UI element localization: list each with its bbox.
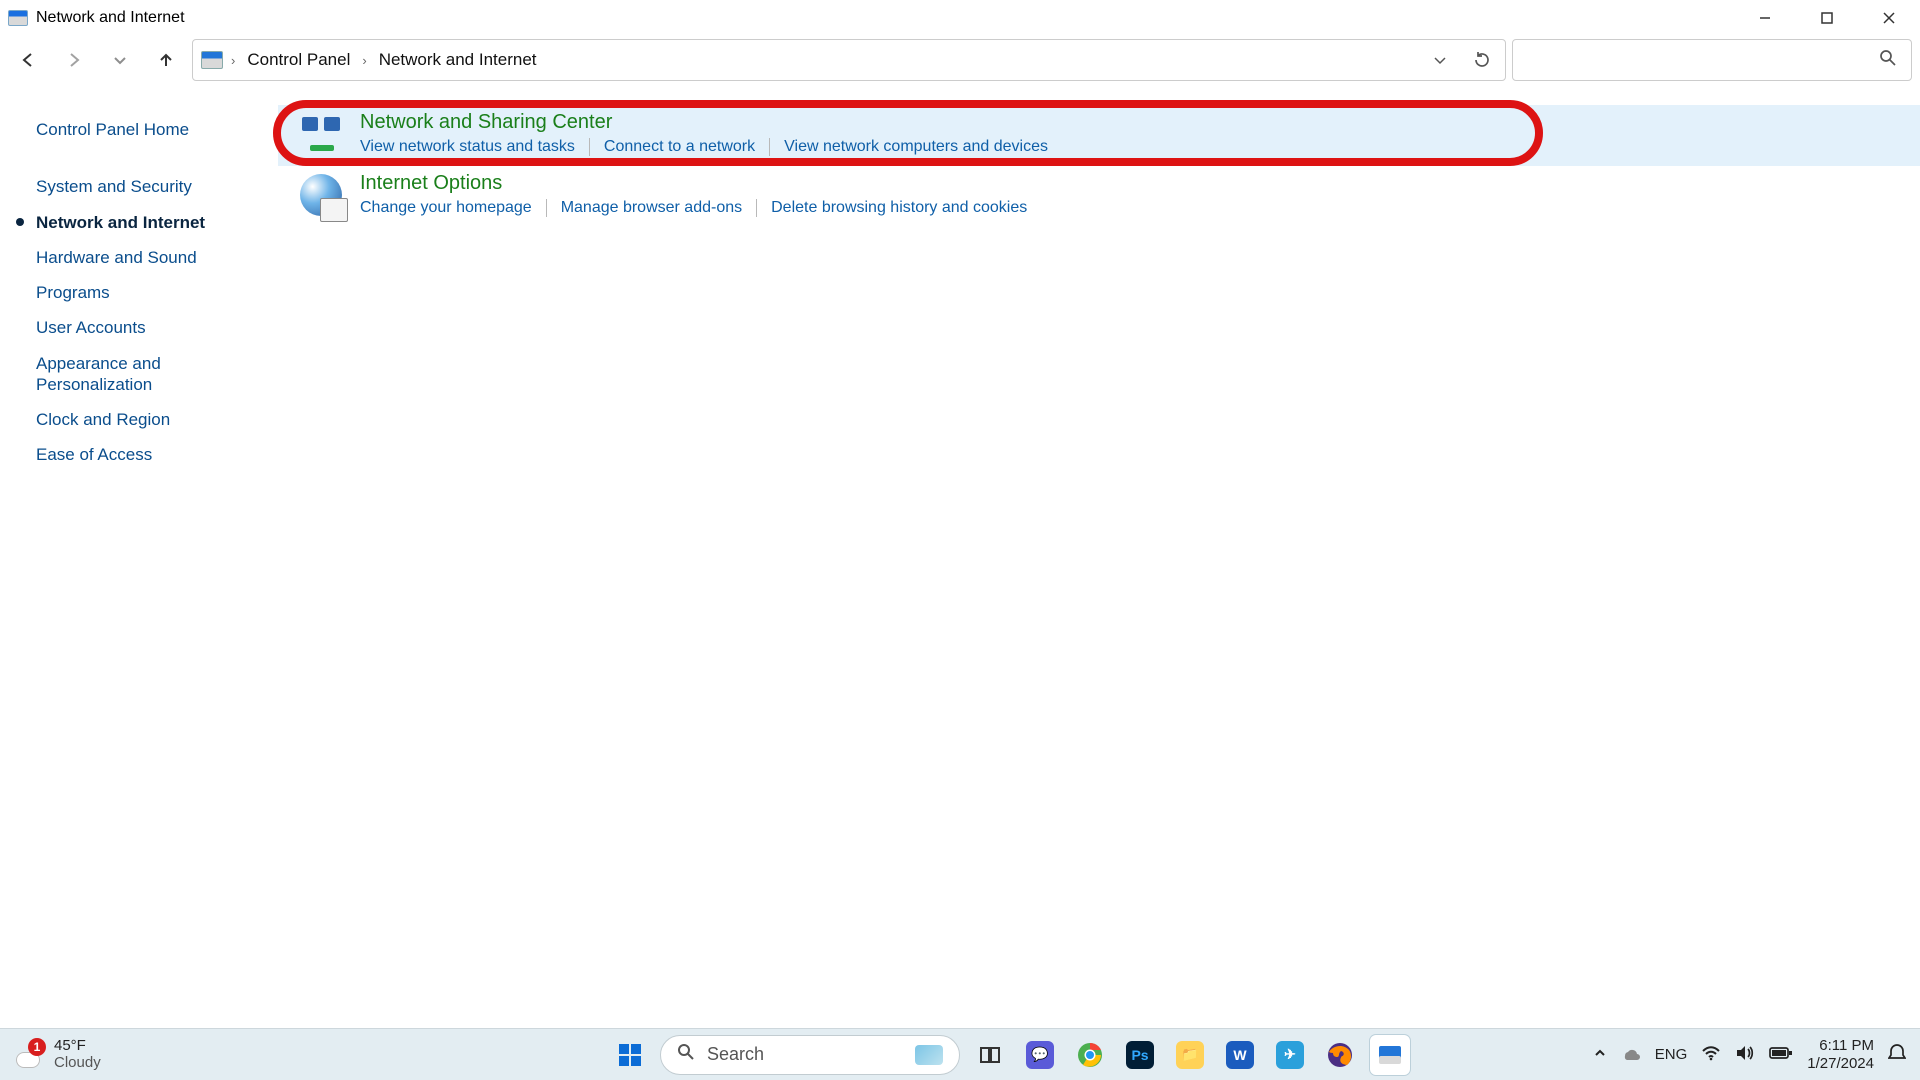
taskbar-search[interactable]: Search xyxy=(660,1035,960,1075)
link-change-homepage[interactable]: Change your homepage xyxy=(360,199,532,217)
divider xyxy=(546,199,547,217)
search-icon xyxy=(677,1043,695,1066)
taskbar-weather[interactable]: 1 45°F Cloudy xyxy=(0,1038,500,1071)
onedrive-icon[interactable] xyxy=(1621,1046,1641,1064)
taskbar-app-chrome[interactable] xyxy=(1070,1035,1110,1075)
sidebar-item-user-accounts[interactable]: User Accounts xyxy=(36,313,256,342)
start-button[interactable] xyxy=(610,1035,650,1075)
chevron-right-icon: › xyxy=(362,53,366,68)
control-panel-home-link[interactable]: Control Panel Home xyxy=(36,115,256,144)
divider xyxy=(756,199,757,217)
main-content: Network and Sharing Center View network … xyxy=(278,85,1920,1028)
network-icon xyxy=(300,113,342,155)
link-connect-to-network[interactable]: Connect to a network xyxy=(604,138,755,156)
language-indicator[interactable]: ENG xyxy=(1655,1046,1688,1063)
category-network-and-sharing-center: Network and Sharing Center View network … xyxy=(278,105,1920,166)
sidebar: Control Panel Home System and Security N… xyxy=(0,85,278,1028)
link-view-network-computers[interactable]: View network computers and devices xyxy=(784,138,1048,156)
weather-temp: 45°F xyxy=(54,1038,101,1055)
search-icon xyxy=(1879,49,1897,72)
forward-button[interactable] xyxy=(54,42,94,78)
volume-icon[interactable] xyxy=(1735,1045,1755,1065)
taskbar-app-firefox[interactable] xyxy=(1320,1035,1360,1075)
app-icon xyxy=(8,10,28,26)
taskbar: 1 45°F Cloudy Search 💬 Ps 📁 W ✈ xyxy=(0,1028,1920,1080)
minimize-button[interactable] xyxy=(1734,0,1796,35)
breadcrumb-0[interactable]: Control Panel xyxy=(243,48,354,72)
category-internet-options: Internet Options Change your homepage Ma… xyxy=(278,166,1920,227)
toolbar: › Control Panel › Network and Internet xyxy=(0,35,1920,85)
location-icon xyxy=(201,51,223,69)
taskbar-app-chat[interactable]: 💬 xyxy=(1020,1035,1060,1075)
weather-icon: 1 xyxy=(14,1040,44,1070)
weather-cond: Cloudy xyxy=(54,1055,101,1072)
sidebar-item-hardware-and-sound[interactable]: Hardware and Sound xyxy=(36,243,256,272)
address-bar[interactable]: › Control Panel › Network and Internet xyxy=(192,39,1506,81)
sidebar-item-system-and-security[interactable]: System and Security xyxy=(36,172,256,201)
sidebar-item-programs[interactable]: Programs xyxy=(36,278,256,307)
globe-icon xyxy=(300,174,342,216)
close-button[interactable] xyxy=(1858,0,1920,35)
tray-overflow-icon[interactable] xyxy=(1593,1046,1607,1064)
search-box[interactable] xyxy=(1512,39,1912,81)
sidebar-item-clock-and-region[interactable]: Clock and Region xyxy=(36,405,256,434)
window-title: Network and Internet xyxy=(36,9,185,27)
chevron-right-icon: › xyxy=(231,53,235,68)
taskbar-app-explorer[interactable]: 📁 xyxy=(1170,1035,1210,1075)
clock-time: 6:11 PM xyxy=(1807,1037,1874,1054)
bing-icon xyxy=(915,1045,943,1065)
taskbar-app-telegram[interactable]: ✈ xyxy=(1270,1035,1310,1075)
category-title[interactable]: Network and Sharing Center xyxy=(360,111,1048,134)
sidebar-item-ease-of-access[interactable]: Ease of Access xyxy=(36,440,256,469)
back-button[interactable] xyxy=(8,42,48,78)
taskbar-search-placeholder: Search xyxy=(707,1044,903,1065)
taskbar-app-photoshop[interactable]: Ps xyxy=(1120,1035,1160,1075)
search-input[interactable] xyxy=(1527,51,1879,69)
titlebar: Network and Internet xyxy=(0,0,1920,35)
taskbar-app-control-panel[interactable] xyxy=(1370,1035,1410,1075)
divider xyxy=(589,138,590,156)
weather-badge: 1 xyxy=(28,1038,46,1056)
wifi-icon[interactable] xyxy=(1701,1045,1721,1065)
clock[interactable]: 6:11 PM 1/27/2024 xyxy=(1807,1037,1874,1072)
maximize-button[interactable] xyxy=(1796,0,1858,35)
task-view-button[interactable] xyxy=(970,1035,1010,1075)
category-title[interactable]: Internet Options xyxy=(360,172,1027,195)
sidebar-item-network-and-internet[interactable]: Network and Internet xyxy=(36,208,256,237)
taskbar-app-word[interactable]: W xyxy=(1220,1035,1260,1075)
up-button[interactable] xyxy=(146,42,186,78)
divider xyxy=(769,138,770,156)
link-view-network-status[interactable]: View network status and tasks xyxy=(360,138,575,156)
clock-date: 1/27/2024 xyxy=(1807,1055,1874,1072)
battery-icon[interactable] xyxy=(1769,1046,1793,1064)
notifications-icon[interactable] xyxy=(1888,1043,1906,1067)
recent-button[interactable] xyxy=(100,42,140,78)
sidebar-item-appearance-and-personalization[interactable]: Appearance and Personalization xyxy=(36,349,256,400)
refresh-button[interactable] xyxy=(1465,43,1499,77)
address-dropdown-button[interactable] xyxy=(1423,43,1457,77)
breadcrumb-1[interactable]: Network and Internet xyxy=(375,48,541,72)
link-manage-browser-addons[interactable]: Manage browser add-ons xyxy=(561,199,742,217)
link-delete-browsing-history[interactable]: Delete browsing history and cookies xyxy=(771,199,1027,217)
